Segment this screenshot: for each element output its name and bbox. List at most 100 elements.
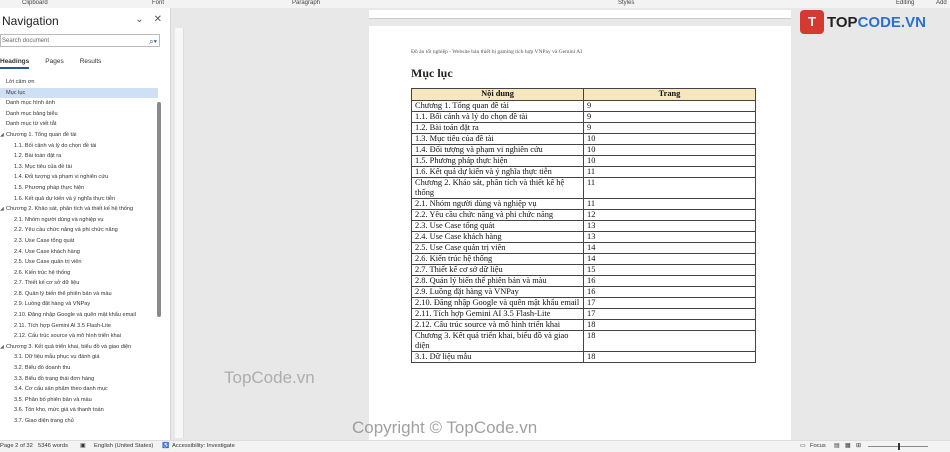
toc-entry-page: 16 xyxy=(583,286,756,298)
toc-entry-title[interactable]: 1.1. Bối cảnh và lý do chọn đề tài xyxy=(411,111,584,123)
search-input[interactable]: Search document ⌕▾ xyxy=(0,34,160,47)
column-header-content: Nội dung xyxy=(411,88,584,101)
toc-entry-title[interactable]: 2.3. Use Case tổng quát xyxy=(411,220,584,232)
nav-heading-item[interactable]: 2.5. Use Case quản trị viên xyxy=(0,257,158,268)
nav-heading-item[interactable]: 3.3. Biểu đồ trạng thái đơn hàng xyxy=(0,374,158,385)
nav-heading-item[interactable]: 3.6. Tồn kho, mức giá và thanh toán xyxy=(0,405,158,416)
nav-heading-item[interactable]: 1.1. Bối cảnh và lý do chọn đề tài xyxy=(0,141,158,152)
nav-heading-item[interactable]: 2.4. Use Case khách hàng xyxy=(0,247,158,258)
status-language[interactable]: English (United States) xyxy=(94,443,153,449)
horizontal-ruler[interactable] xyxy=(369,10,791,19)
nav-heading-item[interactable]: 2.11. Tích hợp Gemini AI 3.5 Flash-Lite xyxy=(0,321,158,332)
toc-entry-title[interactable]: 2.6. Kiến trúc hệ thống xyxy=(411,253,584,265)
nav-heading-item[interactable]: 3.5. Phân bố phiên bản và màu xyxy=(0,395,158,406)
nav-heading-label: 2.3. Use Case tổng quát xyxy=(14,237,75,244)
nav-heading-item[interactable]: ◢ Chương 2. Khảo sát, phân tích và thiết … xyxy=(0,204,158,215)
nav-heading-item[interactable]: 2.9. Luồng đặt hàng và VNPay xyxy=(0,299,158,310)
print-layout-icon[interactable]: ▦ xyxy=(845,443,850,449)
status-page-count[interactable]: Page 2 of 32 xyxy=(0,443,33,449)
nav-heading-item[interactable]: 2.10. Đăng nhập Google và quên mật khẩu … xyxy=(0,310,158,321)
toc-entry-title[interactable]: 2.11. Tích hợp Gemini AI 3.5 Flash-Lite xyxy=(411,308,584,320)
logo-mark-icon: T xyxy=(800,10,824,34)
nav-heading-item[interactable]: 2.8. Quản lý biến thể phiên bản và màu xyxy=(0,289,158,300)
toc-entry-title[interactable]: 2.10. Đăng nhập Google và quên mật khẩu … xyxy=(411,297,584,309)
toc-entry-page: 18 xyxy=(583,330,756,352)
read-mode-icon[interactable]: ▤ xyxy=(834,443,839,449)
toc-entry-title[interactable]: 1.3. Mục tiêu của đề tài xyxy=(411,133,584,145)
nav-heading-item[interactable]: Danh mục bảng biểu xyxy=(0,109,158,120)
nav-heading-item[interactable]: 1.5. Phương pháp thực hiện xyxy=(0,183,158,194)
nav-heading-item[interactable]: Danh mục từ viết tắt xyxy=(0,119,158,130)
focus-icon[interactable]: ▭ xyxy=(800,443,805,449)
nav-heading-item[interactable]: 2.6. Kiến trúc hệ thống xyxy=(0,268,158,279)
nav-heading-item[interactable]: Mục lục xyxy=(0,87,158,99)
table-row: 2.12. Cấu trúc source và mô hình triển k… xyxy=(411,319,756,331)
toc-entry-title[interactable]: Chương 3. Kết quả triển khai, biểu đồ và… xyxy=(411,330,584,352)
close-icon[interactable]: ✕ xyxy=(154,14,162,25)
nav-heading-item[interactable]: 1.2. Bài toán đặt ra xyxy=(0,151,158,162)
toc-entry-title[interactable]: 1.2. Bài toán đặt ra xyxy=(411,122,584,134)
status-focus[interactable]: Focus xyxy=(810,443,826,449)
table-row: Chương 3. Kết quả triển khai, biểu đồ và… xyxy=(411,330,756,352)
toc-entry-page: 14 xyxy=(583,242,756,254)
navigation-controls: ⌄ ✕ xyxy=(125,14,162,25)
chevron-down-icon[interactable]: ⌄ xyxy=(135,14,143,25)
vertical-ruler[interactable] xyxy=(175,28,184,438)
toc-entry-title[interactable]: Chương 2. Khảo sát, phân tích và thiết k… xyxy=(411,177,584,199)
nav-heading-label: 2.9. Luồng đặt hàng và VNPay xyxy=(14,301,91,308)
toc-entry-title[interactable]: 1.6. Kết quả dự kiến và ý nghĩa thực tiễ… xyxy=(411,166,584,178)
nav-heading-item[interactable]: 2.1. Nhóm người dùng và nghiệp vụ xyxy=(0,215,158,226)
nav-heading-label: Chương 3. Kết quả triển khai, biểu đồ và… xyxy=(6,343,132,350)
nav-heading-item[interactable]: 3.7. Giao diện trang chủ xyxy=(0,416,158,427)
nav-heading-item[interactable]: 3.4. Cơ cấu sản phẩm theo danh mục xyxy=(0,384,158,395)
nav-heading-label: 2.5. Use Case quản trị viên xyxy=(14,259,82,266)
nav-heading-item[interactable]: 2.7. Thiết kế cơ sở dữ liệu xyxy=(0,278,158,289)
document-page[interactable]: Đồ án tốt nghiệp - Website bán thiết bị … xyxy=(369,26,791,440)
toc-entry-title[interactable]: 2.2. Yêu cầu chức năng và phi chức năng xyxy=(411,209,584,221)
table-row: 2.4. Use Case khách hàng 13 xyxy=(411,231,756,243)
nav-heading-item[interactable]: ◢ Chương 1. Tổng quan đề tài xyxy=(0,130,158,141)
toc-entry-title[interactable]: 3.1. Dữ liệu mẫu xyxy=(411,351,584,363)
tab-headings[interactable]: Headings xyxy=(0,58,30,69)
toc-entry-title[interactable]: 2.8. Quản lý biến thể phiên bản và màu xyxy=(411,275,584,287)
status-word-count[interactable]: 5346 words xyxy=(38,443,68,449)
nav-heading-item[interactable]: 3.1. Dữ liệu mẫu phục vụ đánh giá xyxy=(0,352,158,363)
nav-heading-item[interactable]: ◢ Chương 3. Kết quả triển khai, biểu đồ v… xyxy=(0,342,158,353)
proofing-icon[interactable]: ▣ xyxy=(80,443,85,449)
tab-results[interactable]: Results xyxy=(80,58,102,67)
nav-heading-item[interactable]: 2.12. Cấu trúc source và mô hình triển k… xyxy=(0,331,158,342)
toc-entry-page: 16 xyxy=(583,275,756,287)
nav-heading-label: Chương 1. Tổng quan đề tài xyxy=(6,131,77,138)
tab-pages[interactable]: Pages xyxy=(45,58,63,67)
zoom-slider-thumb[interactable] xyxy=(898,443,900,450)
ribbon-group-clipboard: Clipboard xyxy=(22,0,48,6)
toc-entry-title[interactable]: 2.12. Cấu trúc source và mô hình triển k… xyxy=(411,319,584,331)
nav-heading-label: 2.12. Cấu trúc source và mô hình triển k… xyxy=(14,333,121,340)
toc-entry-title[interactable]: 1.4. Đối tượng và phạm vi nghiên cứu xyxy=(411,144,584,156)
web-layout-icon[interactable]: ⊞ xyxy=(856,443,861,449)
table-row: 1.3. Mục tiêu của đề tài 10 xyxy=(411,133,756,145)
nav-heading-item[interactable]: 2.3. Use Case tổng quát xyxy=(0,236,158,247)
status-accessibility[interactable]: Accessibility: Investigate xyxy=(172,443,235,449)
nav-heading-item[interactable]: 2.2. Yêu cầu chức năng và phi chức năng xyxy=(0,225,158,236)
navigation-scrollbar[interactable] xyxy=(157,102,161,317)
nav-heading-item[interactable]: 1.6. Kết quả dự kiến và ý nghĩa thực tiễ… xyxy=(0,194,158,205)
toc-entry-page: 9 xyxy=(583,111,756,123)
nav-heading-item[interactable]: 3.2. Biểu đồ doanh thu xyxy=(0,363,158,374)
nav-heading-label: 3.5. Phân bố phiên bản và màu xyxy=(14,396,92,403)
toc-entry-title[interactable]: 2.1. Nhóm người dùng và nghiệp vụ xyxy=(411,198,584,210)
toc-entry-title[interactable]: 2.7. Thiết kế cơ sở dữ liệu xyxy=(411,264,584,276)
nav-heading-item[interactable]: Danh mục hình ảnh xyxy=(0,98,158,109)
toc-entry-title[interactable]: Chương 1. Tổng quan đề tài xyxy=(411,100,584,112)
search-icon[interactable]: ⌕▾ xyxy=(149,35,157,48)
headings-list: Lời cảm ơn Mục lục Danh mục hình ảnh Danh m… xyxy=(0,77,158,427)
nav-heading-item[interactable]: Lời cảm ơn xyxy=(0,77,158,88)
nav-heading-item[interactable]: 1.3. Mục tiêu của đề tài xyxy=(0,162,158,173)
toc-header-row: Nội dung Trang xyxy=(411,88,756,101)
toc-entry-title[interactable]: 2.5. Use Case quản trị viên xyxy=(411,242,584,254)
nav-heading-label: 3.3. Biểu đồ trạng thái đơn hàng xyxy=(14,375,95,382)
nav-heading-item[interactable]: 1.4. Đối tượng và phạm vi nghiên cứu xyxy=(0,172,158,183)
toc-entry-title[interactable]: 2.9. Luồng đặt hàng và VNPay xyxy=(411,286,584,298)
toc-entry-title[interactable]: 1.5. Phương pháp thực hiện xyxy=(411,155,584,167)
toc-entry-title[interactable]: 2.4. Use Case khách hàng xyxy=(411,231,584,243)
